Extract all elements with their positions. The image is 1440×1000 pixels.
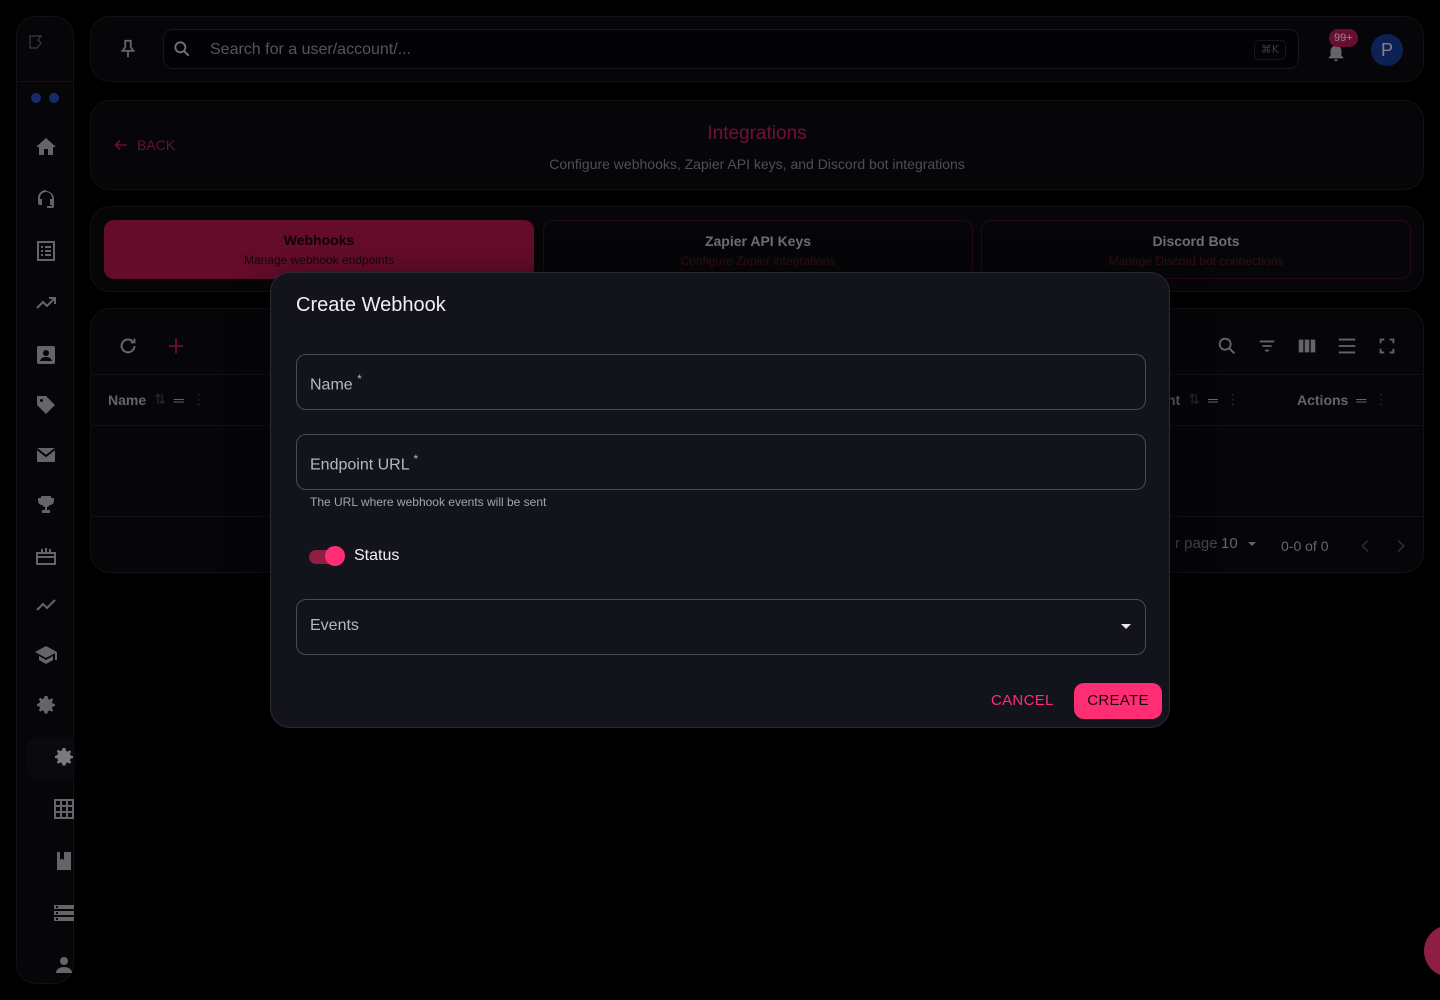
- create-button[interactable]: CREATE: [1074, 683, 1162, 719]
- endpoint-url-field[interactable]: Endpoint URL *: [296, 434, 1146, 490]
- cancel-button[interactable]: CANCEL: [991, 692, 1054, 709]
- name-field[interactable]: Name *: [296, 354, 1146, 410]
- name-label-text: Name: [310, 376, 353, 394]
- status-label: Status: [354, 547, 400, 564]
- required-mark: *: [413, 452, 419, 466]
- name-field-label: Name *: [310, 372, 362, 394]
- dropdown-arrow-icon: [1121, 624, 1131, 629]
- required-mark: *: [357, 372, 362, 386]
- endpoint-url-field-label: Endpoint URL *: [310, 452, 418, 474]
- status-toggle[interactable]: [307, 545, 347, 567]
- endpoint-url-helper: The URL where webhook events will be sen…: [310, 495, 547, 509]
- toggle-knob: [325, 546, 345, 566]
- dialog-title: Create Webhook: [296, 294, 446, 316]
- events-label: Events: [310, 617, 359, 634]
- create-webhook-dialog: Create Webhook Name * Endpoint URL * The…: [270, 272, 1170, 728]
- url-label-text: Endpoint URL: [310, 456, 410, 474]
- events-select[interactable]: Events: [296, 599, 1146, 655]
